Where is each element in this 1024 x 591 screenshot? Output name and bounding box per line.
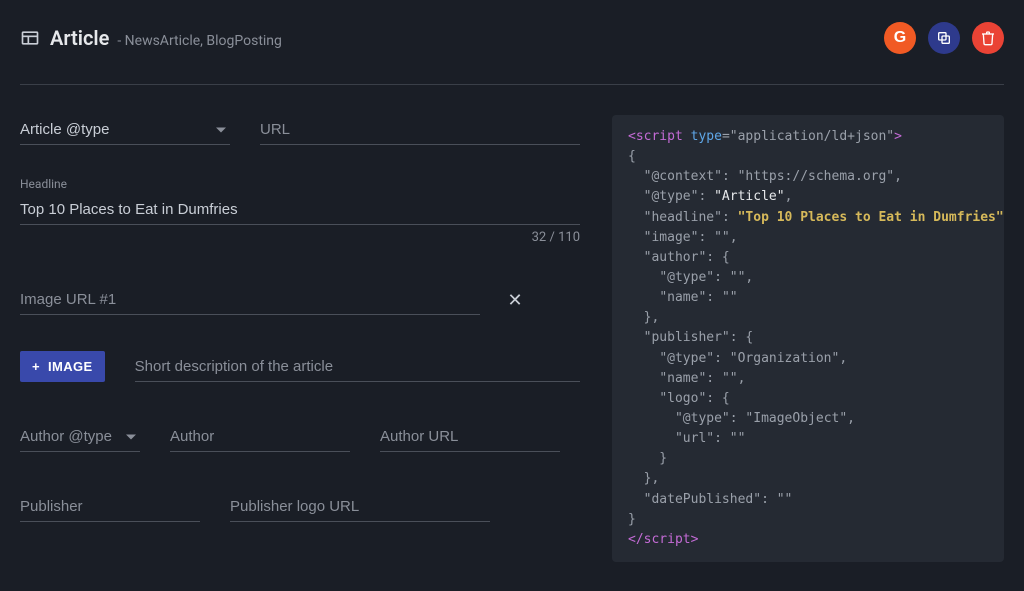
author-type-select-wrap[interactable] [20, 422, 140, 452]
table-icon [20, 28, 40, 48]
delete-button[interactable] [972, 22, 1004, 54]
publisher-input[interactable] [20, 492, 200, 522]
title-block: Article - NewsArticle, BlogPosting [20, 26, 282, 50]
app-root: Article - NewsArticle, BlogPosting G [0, 0, 1024, 562]
headline-label: Headline [20, 177, 580, 191]
add-image-label: IMAGE [48, 359, 93, 374]
publisher-logo-input[interactable] [230, 492, 490, 522]
row-author [20, 422, 580, 452]
author-url-field [380, 422, 560, 452]
publisher-field [20, 492, 200, 522]
headline-input[interactable] [20, 195, 580, 225]
close-icon: ✕ [507, 290, 522, 311]
description-input[interactable] [135, 352, 580, 382]
title-text: Article [50, 26, 109, 50]
url-input[interactable] [260, 115, 580, 145]
google-g-icon: G [894, 29, 906, 47]
publisher-logo-field [230, 492, 490, 522]
description-field [135, 352, 580, 382]
author-field [170, 422, 350, 452]
row-type-url [20, 115, 580, 145]
headline-field: Headline 32 / 110 [20, 177, 580, 225]
code-preview: <script type="application/ld+json"> { "@… [612, 115, 1004, 562]
body: Headline 32 / 110 ✕ + IMAGE [20, 115, 1004, 562]
headline-count: 32 [532, 230, 547, 245]
remove-image-button[interactable]: ✕ [500, 285, 530, 315]
plus-icon: + [32, 359, 40, 374]
author-type-field [20, 422, 140, 452]
image-row: ✕ [20, 285, 580, 315]
row-addimage-desc: + IMAGE [20, 351, 580, 382]
subtitle-text: - NewsArticle, BlogPosting [117, 33, 282, 49]
header: Article - NewsArticle, BlogPosting G [20, 22, 1004, 85]
author-type-select[interactable] [20, 422, 140, 452]
image-url-field [20, 285, 480, 315]
author-url-input[interactable] [380, 422, 560, 452]
article-type-field [20, 115, 230, 145]
google-test-button[interactable]: G [884, 22, 916, 54]
form-column: Headline 32 / 110 ✕ + IMAGE [20, 115, 580, 562]
page-title: Article - NewsArticle, BlogPosting [50, 26, 282, 50]
author-input[interactable] [170, 422, 350, 452]
article-type-select[interactable] [20, 115, 230, 145]
row-publisher [20, 492, 580, 522]
url-field [260, 115, 580, 145]
copy-button[interactable] [928, 22, 960, 54]
headline-counter: 32 / 110 [532, 230, 580, 245]
copy-icon [936, 30, 952, 46]
add-image-button[interactable]: + IMAGE [20, 351, 105, 382]
header-actions: G [884, 22, 1004, 54]
code-block: <script type="application/ld+json"> { "@… [628, 127, 988, 550]
image-url-input[interactable] [20, 285, 480, 315]
trash-icon [980, 30, 996, 46]
headline-max: 110 [558, 230, 580, 245]
article-type-select-wrap[interactable] [20, 115, 230, 145]
